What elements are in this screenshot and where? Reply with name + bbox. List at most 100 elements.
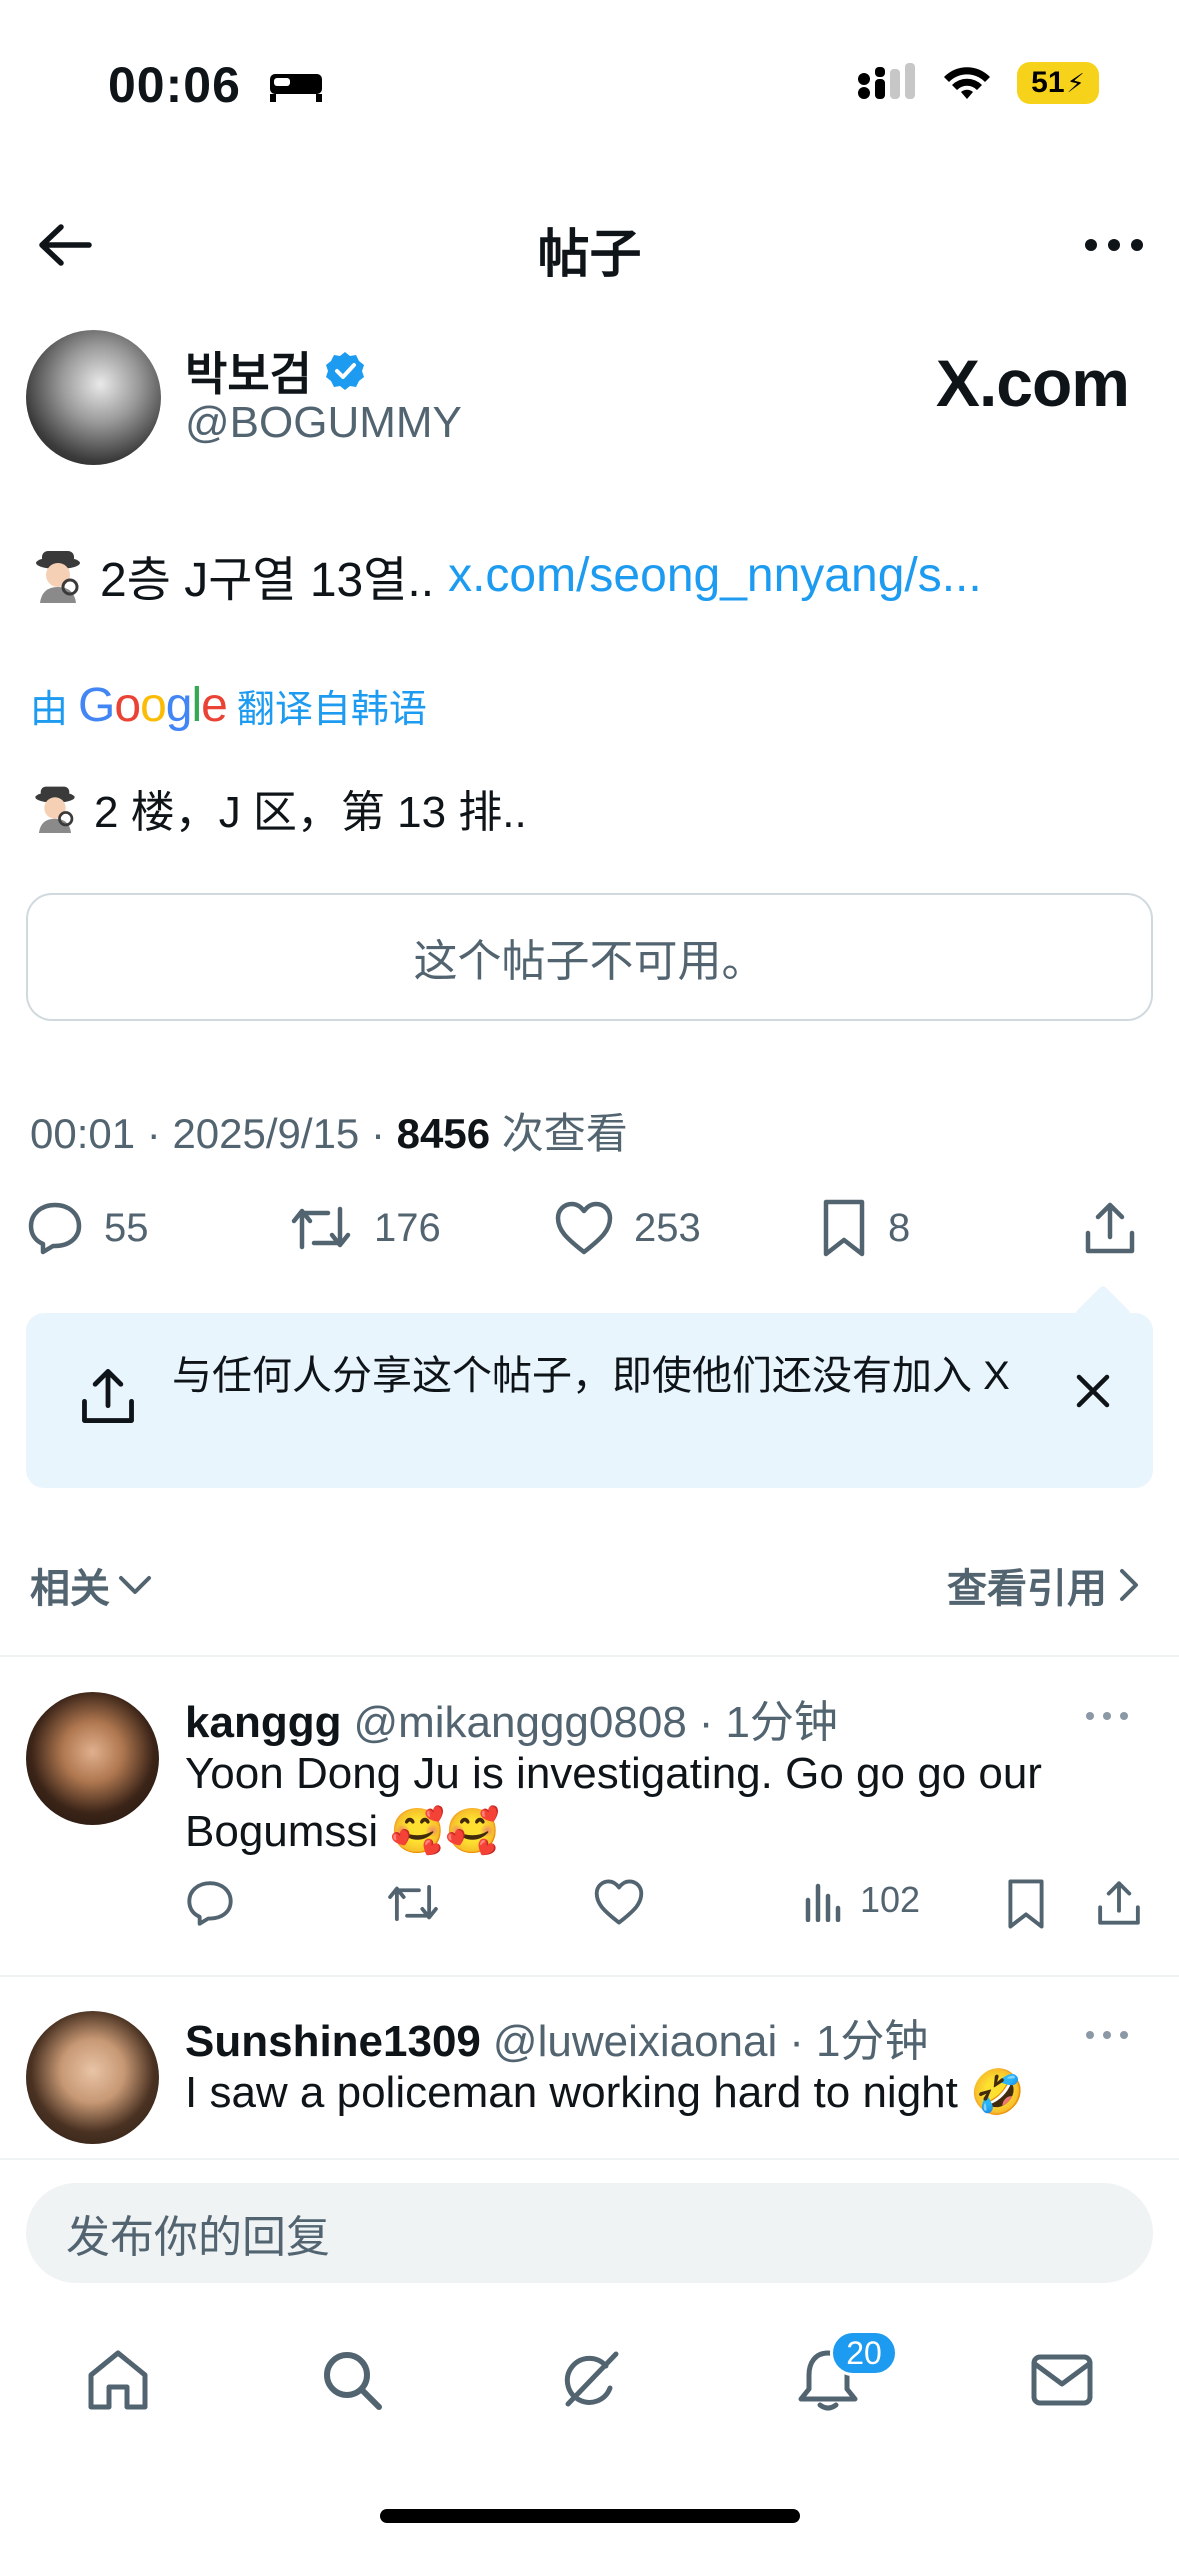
- share-banner-text: 与任何人分享这个帖子，即使他们还没有加入 X: [172, 1354, 1010, 1398]
- reply-repost-button[interactable]: [385, 1878, 441, 1928]
- home-icon: [88, 2350, 148, 2410]
- translation-text: 2 楼，J 区，第 13 排..: [30, 776, 527, 840]
- bookmark-count: 8: [888, 1205, 911, 1250]
- battery-level: 51: [1031, 66, 1065, 99]
- reply-input[interactable]: 发布你的回复: [26, 2183, 1153, 2283]
- share-banner-close-button[interactable]: [1073, 1371, 1113, 1416]
- like-icon: [594, 1879, 644, 1925]
- wifi-icon: [944, 67, 990, 99]
- verified-icon: [325, 352, 364, 390]
- related-sort-dropdown[interactable]: 相关: [30, 1556, 152, 1614]
- more-button[interactable]: [1079, 210, 1149, 280]
- charging-bolt-icon: ⚡: [1066, 67, 1085, 98]
- share-icon: [1085, 1202, 1135, 1254]
- more-icon: [1086, 1712, 1128, 1720]
- reply-author-name[interactable]: kanggg: [185, 1698, 341, 1748]
- battery-indicator: 51 ⚡: [1017, 62, 1099, 104]
- reply-like-button[interactable]: [593, 1878, 645, 1926]
- notification-badge: 20: [830, 2330, 898, 2376]
- reply-avatar[interactable]: [26, 1692, 159, 1825]
- reply-reply-button[interactable]: [185, 1878, 235, 1928]
- view-quotes-label: 查看引用: [947, 1567, 1107, 1611]
- like-button[interactable]: 253: [554, 1192, 701, 1264]
- reply-time: 1分钟: [725, 1698, 838, 1747]
- post-actions: 55 176 253 8: [26, 1192, 1153, 1264]
- post-link[interactable]: x.com/seong_nnyang/s...: [448, 548, 982, 603]
- share-banner: 与任何人分享这个帖子，即使他们还没有加入 X: [26, 1284, 1153, 1488]
- divider: [0, 1975, 1179, 1977]
- reply-more-button[interactable]: [1085, 1686, 1129, 1731]
- share-icon: [82, 1369, 134, 1423]
- share-button[interactable]: [1082, 1192, 1138, 1264]
- search-icon: [324, 2352, 382, 2410]
- grok-icon: [564, 2351, 619, 2407]
- tab-grok[interactable]: [554, 2344, 626, 2416]
- author-name: 박보검: [185, 348, 312, 400]
- post-text: 2층 J구열 13열.. x.com/seong_nnyang/s...: [30, 540, 982, 610]
- post-views-label: 次查看: [501, 1110, 628, 1157]
- like-icon: [555, 1201, 613, 1255]
- reply-avatar[interactable]: [26, 2011, 159, 2144]
- tab-home[interactable]: [82, 2344, 154, 2416]
- reply-icon: [28, 1202, 82, 1255]
- views-icon: [805, 1883, 841, 1922]
- reply-count: 55: [104, 1205, 149, 1250]
- reply-button[interactable]: 55: [26, 1192, 149, 1264]
- author-name-row[interactable]: 박보검: [185, 338, 366, 404]
- reply-author-handle[interactable]: @mikanggg0808: [353, 1698, 686, 1748]
- reply-text: I saw a policeman working hard to night …: [185, 2068, 1025, 2117]
- related-label: 相关: [30, 1567, 110, 1611]
- more-icon: [1086, 2031, 1128, 2039]
- sleep-bed-icon: [268, 68, 324, 109]
- repost-icon: [291, 1206, 351, 1250]
- google-logo: Google: [78, 679, 228, 732]
- like-count: 253: [634, 1205, 701, 1250]
- reply-time: 1分钟: [815, 2017, 929, 2066]
- reply-views-count: 102: [860, 1879, 921, 1920]
- bookmark-icon: [1008, 1879, 1044, 1929]
- reply-actions: 102: [185, 1878, 1145, 1938]
- view-quotes-link[interactable]: 查看引用: [947, 1556, 1139, 1614]
- translated-by[interactable]: 由 Google 翻译自韩语: [30, 678, 427, 733]
- close-icon: [1076, 1374, 1110, 1408]
- bookmark-button[interactable]: 8: [820, 1192, 910, 1264]
- reply-more-button[interactable]: [1085, 2005, 1129, 2050]
- reply-separator: ·: [789, 2017, 804, 2066]
- reply-header: Sunshine1309 @luweixiaonai · 1分钟: [185, 2005, 928, 2069]
- home-indicator: [380, 2509, 800, 2523]
- post-time: 00:01: [30, 1110, 136, 1157]
- reply-icon: [187, 1881, 233, 1926]
- status-icons: 51 ⚡: [857, 62, 1099, 104]
- tab-messages[interactable]: [1026, 2344, 1098, 2416]
- detective-emoji-icon: [36, 551, 80, 603]
- post-body: 2층 J구열 13열..: [100, 554, 435, 607]
- tab-search[interactable]: [316, 2344, 388, 2416]
- share-icon: [1098, 1881, 1140, 1925]
- reply-author-name[interactable]: Sunshine1309: [185, 2017, 481, 2067]
- reply-separator: ·: [698, 1698, 714, 1747]
- chevron-right-icon: [1120, 1569, 1138, 1601]
- reply-text: Yoon Dong Ju is investigating. Go go go …: [185, 1749, 1042, 1856]
- share-banner-icon: [78, 1365, 138, 1432]
- reply-header: kanggg @mikanggg0808 · 1分钟: [185, 1686, 838, 1750]
- author-handle[interactable]: @BOGUMMY: [185, 398, 462, 448]
- status-time: 00:06: [108, 57, 241, 113]
- divider: [0, 1655, 1179, 1657]
- xcom-watermark: X.com: [935, 345, 1130, 421]
- author-avatar[interactable]: [26, 330, 161, 465]
- signal-icon: [858, 63, 915, 99]
- post-meta: 00:01 · 2025/9/15 · 8456 次查看: [30, 1110, 628, 1157]
- repost-button[interactable]: 176: [288, 1192, 441, 1264]
- repost-icon: [388, 1884, 438, 1922]
- more-icon: [1085, 239, 1143, 251]
- bottom-tab-bar: [0, 2320, 1179, 2440]
- reply-bookmark-button[interactable]: [1005, 1878, 1047, 1930]
- quoted-post-unavailable: 这个帖子不可用。: [26, 893, 1153, 1021]
- bookmark-icon: [823, 1199, 865, 1257]
- reply-views[interactable]: 102: [802, 1878, 920, 1922]
- xcom-watermark-text: X.com: [935, 346, 1130, 420]
- translation-body: 2 楼，J 区，第 13 排..: [94, 788, 527, 837]
- reply-share-button[interactable]: [1095, 1878, 1143, 1928]
- reply-author-handle[interactable]: @luweixiaonai: [493, 2017, 777, 2067]
- repost-count: 176: [374, 1205, 441, 1250]
